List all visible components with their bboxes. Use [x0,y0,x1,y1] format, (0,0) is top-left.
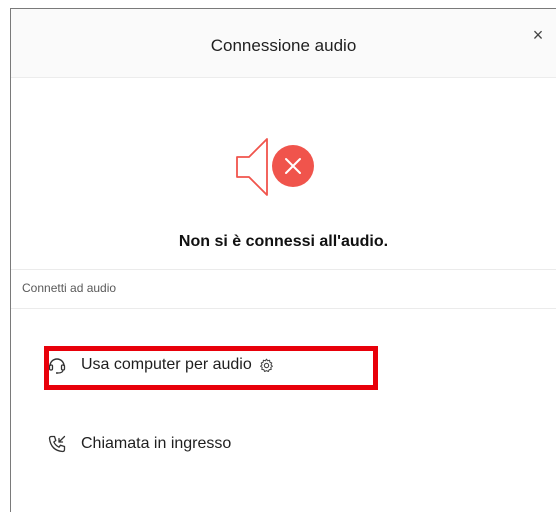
section-label: Connetti ad audio [22,281,117,295]
dialog-header: Connessione audio × [11,9,556,78]
audio-connection-dialog: Connessione audio × Non si è connessi al… [10,8,556,512]
gear-icon[interactable] [259,358,274,373]
close-icon[interactable]: × [528,25,548,45]
option-label: Chiamata in ingresso [81,435,232,452]
use-computer-audio-option[interactable]: Usa computer per audio [47,355,274,375]
dialog-title: Connessione audio [210,36,357,55]
divider [11,269,556,270]
incoming-call-option[interactable]: Chiamata in ingresso [47,434,231,454]
audio-status-text: Non si è connessi all'audio. [178,233,389,250]
option-label: Usa computer per audio [81,356,252,373]
incoming-call-icon [48,435,66,453]
headset-icon [48,358,66,374]
speaker-muted-icon [233,127,333,207]
divider [11,308,556,309]
